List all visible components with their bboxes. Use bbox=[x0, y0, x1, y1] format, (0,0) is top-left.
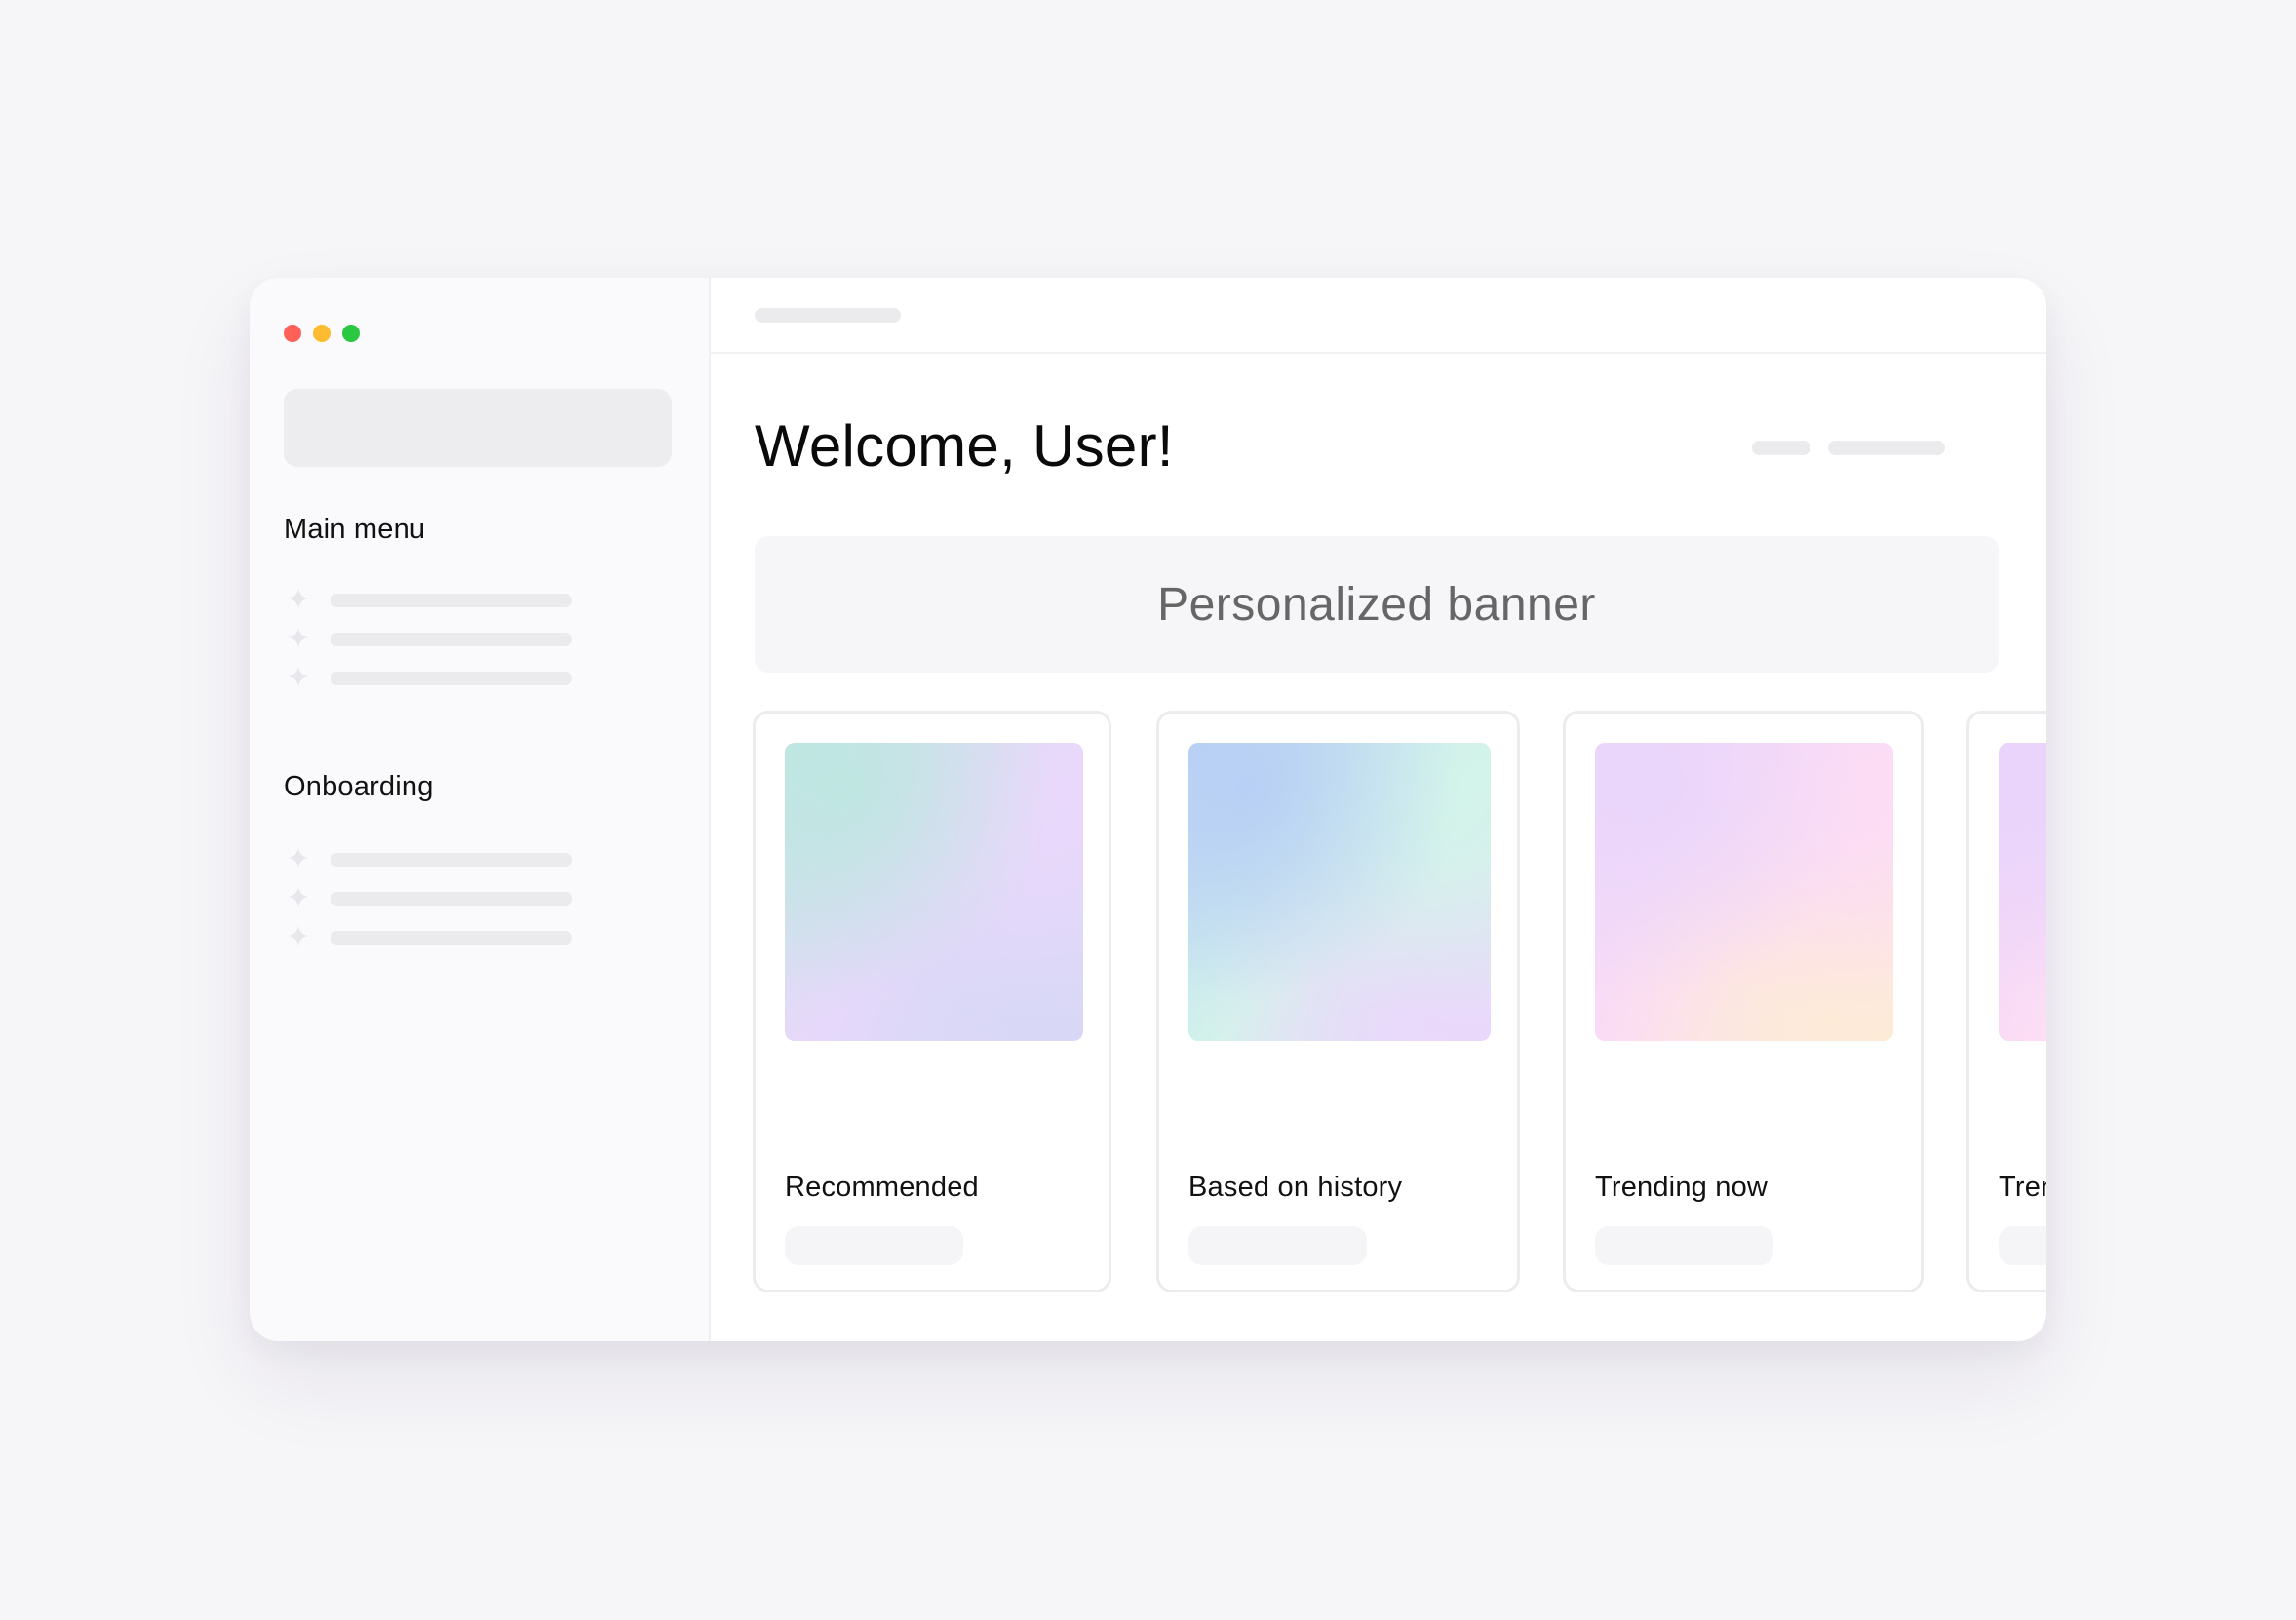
zoom-window-button[interactable] bbox=[342, 325, 360, 342]
sidebar-item-label-placeholder bbox=[331, 594, 572, 607]
card-title: Based on history bbox=[1188, 1172, 1403, 1203]
section-title-onboarding: Onboarding bbox=[284, 771, 434, 802]
content-card-based-on-history[interactable]: Based on history bbox=[1156, 711, 1520, 1292]
page-background: Main menu ✦ ✦ ✦ Onboarding ✦ ✦ ✦ Welcome… bbox=[0, 0, 2296, 1620]
sidebar-item[interactable]: ✦ bbox=[284, 586, 596, 615]
card-thumbnail bbox=[1999, 743, 2046, 1041]
sidebar-item[interactable]: ✦ bbox=[284, 664, 596, 693]
sidebar-item-label-placeholder bbox=[331, 892, 572, 906]
card-carousel: Recommended Based on history Trending no… bbox=[753, 711, 2046, 1298]
sidebar-item[interactable]: ✦ bbox=[284, 884, 596, 913]
sidebar-item-label-placeholder bbox=[331, 672, 572, 685]
sidebar-item-label-placeholder bbox=[331, 931, 572, 945]
card-thumbnail bbox=[785, 743, 1083, 1041]
sparkle-icon: ✦ bbox=[286, 584, 311, 616]
sparkle-icon: ✦ bbox=[286, 662, 311, 694]
sidebar-item-label-placeholder bbox=[331, 853, 572, 867]
header-action-placeholder[interactable] bbox=[1828, 441, 1945, 455]
content-card-trending-now[interactable]: Trending now bbox=[1563, 711, 1924, 1292]
minimize-window-button[interactable] bbox=[313, 325, 331, 342]
sparkle-icon: ✦ bbox=[286, 623, 311, 655]
card-thumbnail bbox=[1595, 743, 1893, 1041]
sidebar: Main menu ✦ ✦ ✦ Onboarding ✦ ✦ ✦ bbox=[250, 278, 711, 1341]
card-meta-placeholder bbox=[785, 1226, 963, 1265]
card-meta-placeholder bbox=[1999, 1226, 2046, 1265]
top-bar bbox=[711, 278, 2046, 354]
sidebar-item-label-placeholder bbox=[331, 633, 572, 646]
content-card-trending-partial[interactable]: Trending now bbox=[1966, 711, 2046, 1292]
sidebar-item[interactable]: ✦ bbox=[284, 625, 596, 654]
sidebar-item[interactable]: ✦ bbox=[284, 923, 596, 952]
close-window-button[interactable] bbox=[284, 325, 301, 342]
app-window: Main menu ✦ ✦ ✦ Onboarding ✦ ✦ ✦ Welcome… bbox=[250, 278, 2046, 1341]
card-title: Trending now bbox=[1999, 1172, 2046, 1203]
section-title-main-menu: Main menu bbox=[284, 514, 426, 545]
card-title: Recommended bbox=[785, 1172, 979, 1203]
content-card-recommended[interactable]: Recommended bbox=[753, 711, 1111, 1292]
card-title: Trending now bbox=[1595, 1172, 1769, 1203]
sparkle-icon: ✦ bbox=[286, 843, 311, 875]
sidebar-item[interactable]: ✦ bbox=[284, 845, 596, 874]
card-meta-placeholder bbox=[1595, 1226, 1773, 1265]
main-content: Welcome, User! Personalized banner Recom… bbox=[711, 278, 2046, 1341]
card-meta-placeholder bbox=[1188, 1226, 1367, 1265]
sidebar-search-field[interactable] bbox=[284, 389, 672, 467]
personalized-banner[interactable]: Personalized banner bbox=[755, 536, 1999, 673]
sparkle-icon: ✦ bbox=[286, 921, 311, 953]
page-title: Welcome, User! bbox=[755, 413, 1174, 479]
sparkle-icon: ✦ bbox=[286, 882, 311, 914]
breadcrumb-placeholder[interactable] bbox=[755, 308, 901, 323]
card-thumbnail bbox=[1188, 743, 1491, 1041]
window-controls bbox=[284, 325, 360, 342]
header-action-placeholder[interactable] bbox=[1752, 441, 1810, 455]
